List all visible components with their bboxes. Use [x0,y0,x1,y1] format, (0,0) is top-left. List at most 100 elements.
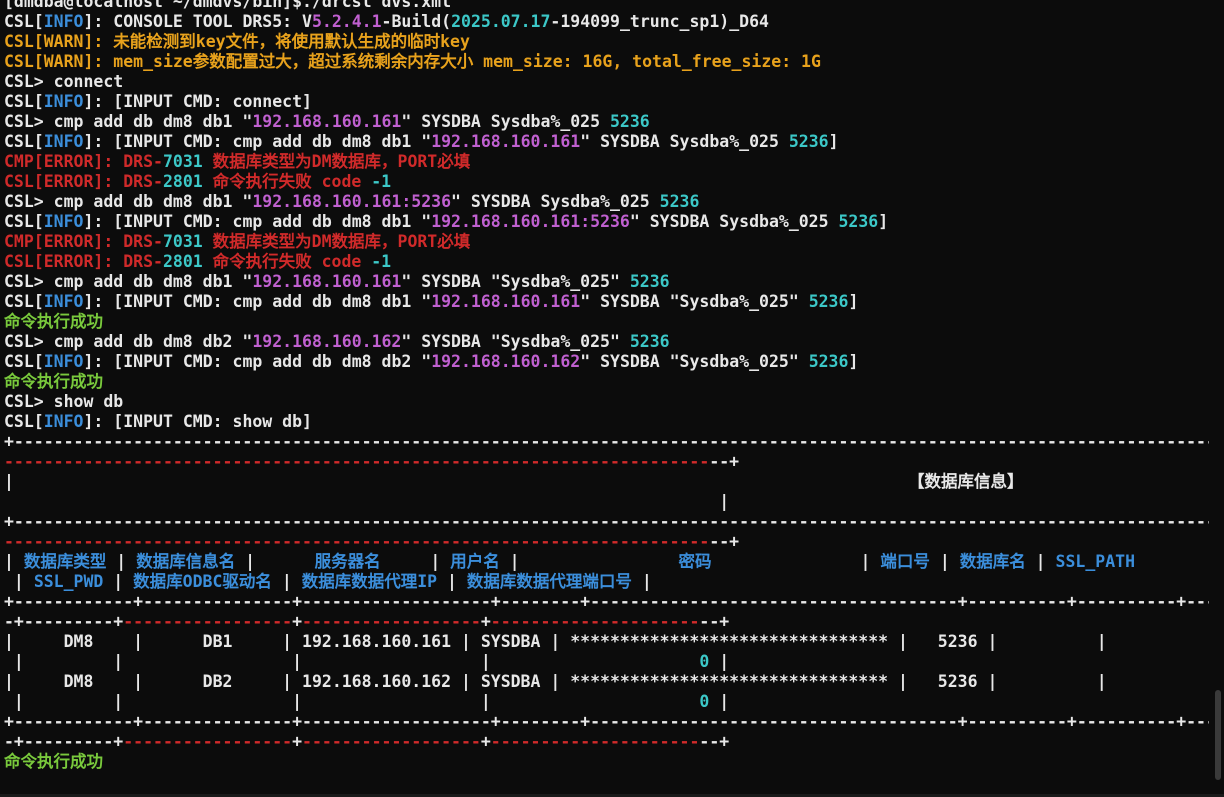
terminal-text-segment: | [271,572,302,591]
terminal-text-segment: 192.168.160.161 [252,112,402,131]
terminal-text-segment: 0 [699,652,710,671]
terminal-text-segment: 用户名 [450,552,500,571]
terminal-line: +------------+---------------+----------… [4,592,1209,612]
terminal-text-segment: 192.168.160.161:5236 [431,212,630,231]
terminal-text-segment: ]: [INPUT CMD: cmp add db dm8 db1 " [83,132,432,151]
terminal-text-segment: | [437,572,467,591]
terminal-line: CSL[INFO]: [INPUT CMD: cmp add db dm8 db… [4,132,1209,152]
terminal-line: 命令执行成功 [4,752,1209,772]
terminal-text-segment: " SYSDBA "Sysdba%_025" [401,272,630,291]
terminal-text-segment: --+ [699,732,730,751]
terminal-text-segment: 命令执行成功 [4,752,103,771]
terminal-line: | | | | 0 | [4,692,1209,712]
terminal-line: 命令执行成功 [4,312,1209,332]
terminal-text-segment: 2801 [162,172,203,191]
terminal-text-segment: | [4,552,24,571]
terminal-text-segment: CSL[ [4,92,44,111]
terminal-text-segment: CSL[ [4,132,44,151]
terminal-text-segment: ----------------- [123,612,293,631]
terminal-line: CMP[ERROR]: DRS-7031 数据库类型为DM数据库，PORT必填 [4,232,1209,252]
terminal-text-segment: ]: CONSOLE TOOL DRS5: V [83,12,312,31]
terminal-line: | 数据库类型 | 数据库信息名 | 服务器名 | 用户名 | 密码 | 端口号… [4,552,1209,572]
terminal-text-segment: ----------------------------------------… [4,532,710,551]
terminal-text-segment: " SYSDBA Sysdba%_025 [401,112,610,131]
terminal-text-segment: ] [828,132,839,151]
terminal-line: +---------------------------------------… [4,512,1209,532]
terminal-text-segment: | [929,552,960,571]
terminal-text-segment: " SYSDBA "Sysdba%_025" [401,332,630,351]
terminal-text-segment: +------------+---------------+----------… [4,592,1209,611]
terminal-line: CSL[WARN]: 未能检测到key文件，将使用默认生成的临时key [4,32,1209,52]
terminal-text-segment: + [480,732,491,751]
terminal-text-segment: INFO [43,92,84,111]
terminal-line: CSL> cmp add db dm8 db1 "192.168.160.161… [4,272,1209,292]
terminal-text-segment: 5236 [808,352,849,371]
terminal-text-segment: + [292,612,303,631]
scrollbar-thumb[interactable] [1215,690,1221,780]
terminal-text-segment: 数据库名 [959,552,1026,571]
terminal-text-segment: 命令执行成功 [4,372,103,391]
terminal-text-segment: | [709,652,730,671]
terminal-text-segment: --------------------- [490,612,700,631]
terminal-line: CSL[INFO]: [INPUT CMD: show db] [4,412,1209,432]
terminal-text-segment: ] [878,212,889,231]
terminal-text-segment: ]: [INPUT CMD: cmp add db dm8 db1 " [83,292,432,311]
terminal-text-segment: CMP[ERROR]: DRS- [4,232,163,251]
terminal-text-segment: | [235,552,315,571]
terminal-line: CSL[ERROR]: DRS-2801 命令执行失败 code -1 [4,172,1209,192]
terminal-text-segment: CSL> cmp add db dm8 db1 " [4,272,253,291]
terminal-text-segment: 2025.07.17 [451,12,551,31]
terminal-text-segment: CSL[ [4,292,44,311]
terminal-text-segment: INFO [43,292,84,311]
terminal-line: | [4,492,1209,512]
terminal-text-segment: + [480,612,491,631]
terminal-text-segment: +------------+---------------+----------… [4,712,1209,731]
terminal-line: | SSL_PWD | 数据库ODBC驱动名 | 数据库数据代理IP | 数据库… [4,572,1209,592]
terminal-text-segment: 2801 [162,252,203,271]
terminal-text-segment: -+---------+ [4,612,124,631]
terminal-window[interactable]: [dmdba@localhost ~/dmdvs/bin]$./drcsl dv… [0,0,1224,797]
terminal-text-segment: SSL_PATH [1055,552,1136,571]
scrollbar-track[interactable] [1210,0,1224,797]
terminal-text-segment: CSL> cmp add db dm8 db2 " [4,332,253,351]
terminal-text-segment: " SYSDBA "Sysdba%_025" [580,352,809,371]
terminal-text-segment: | DM8 | DB1 | 192.168.160.161 | SYSDBA |… [4,632,1107,651]
terminal-text-segment: " SYSDBA Sysdba%_025 [580,132,789,151]
terminal-text-segment: | [1025,552,1056,571]
terminal-text-segment: CSL> cmp add db dm8 db1 " [4,192,253,211]
terminal-text-segment: 数据库数据代理端口号 [466,572,632,591]
terminal-line: -+---------+-----------------+----------… [4,732,1209,752]
terminal-text-segment: ] [848,352,859,371]
terminal-text-segment: 服务器名 [314,552,381,571]
terminal-text-segment: +---------------------------------------… [4,432,1209,451]
terminal-text-segment: 192.168.160.162 [252,332,402,351]
terminal-line: | | | | 0 | [4,652,1209,672]
terminal-text-segment: 端口号 [880,552,930,571]
terminal-text-segment: -1 [371,172,392,191]
terminal-text-segment: | | | | [4,652,700,671]
terminal-text-segment: 密码 [678,552,712,571]
terminal-text-segment: 5.2.4.1 [311,12,382,31]
terminal-text-segment: | [4,572,34,591]
terminal-line: CSL[WARN]: mem_size参数配置过大，超过系统剩余内存大小 mem… [4,52,1209,72]
terminal-text-segment: | [380,552,451,571]
terminal-text-segment: --+ [709,452,740,471]
terminal-output: [dmdba@localhost ~/dmdvs/bin]$./drcsl dv… [4,0,1209,772]
terminal-line: ----------------------------------------… [4,452,1209,472]
terminal-text-segment: " SYSDBA Sysdba%_025 [629,212,839,231]
terminal-text-segment: --+ [699,612,730,631]
terminal-text-segment: SSL_PWD [33,572,104,591]
terminal-line: CSL[ERROR]: DRS-2801 命令执行失败 code -1 [4,252,1209,272]
terminal-text-segment: INFO [43,12,84,31]
terminal-text-segment: CSL[WARN]: 未能检测到key文件，将使用默认生成的临时key [4,32,470,51]
terminal-text-segment: INFO [43,352,84,371]
terminal-text-segment: ]: [INPUT CMD: cmp add db dm8 db1 " [83,212,432,231]
terminal-text-segment: INFO [43,132,84,151]
terminal-line: -+---------+-----------------+----------… [4,612,1209,632]
terminal-text-segment: CMP[ERROR]: DRS- [4,152,163,171]
terminal-text-segment: ----------------------------------------… [4,452,710,471]
terminal-text-segment: | [103,572,134,591]
terminal-text-segment: 192.168.160.162 [431,352,581,371]
terminal-text-segment: " SYSDBA Sysdba%_025 [451,192,660,211]
terminal-text-segment: | [106,552,137,571]
